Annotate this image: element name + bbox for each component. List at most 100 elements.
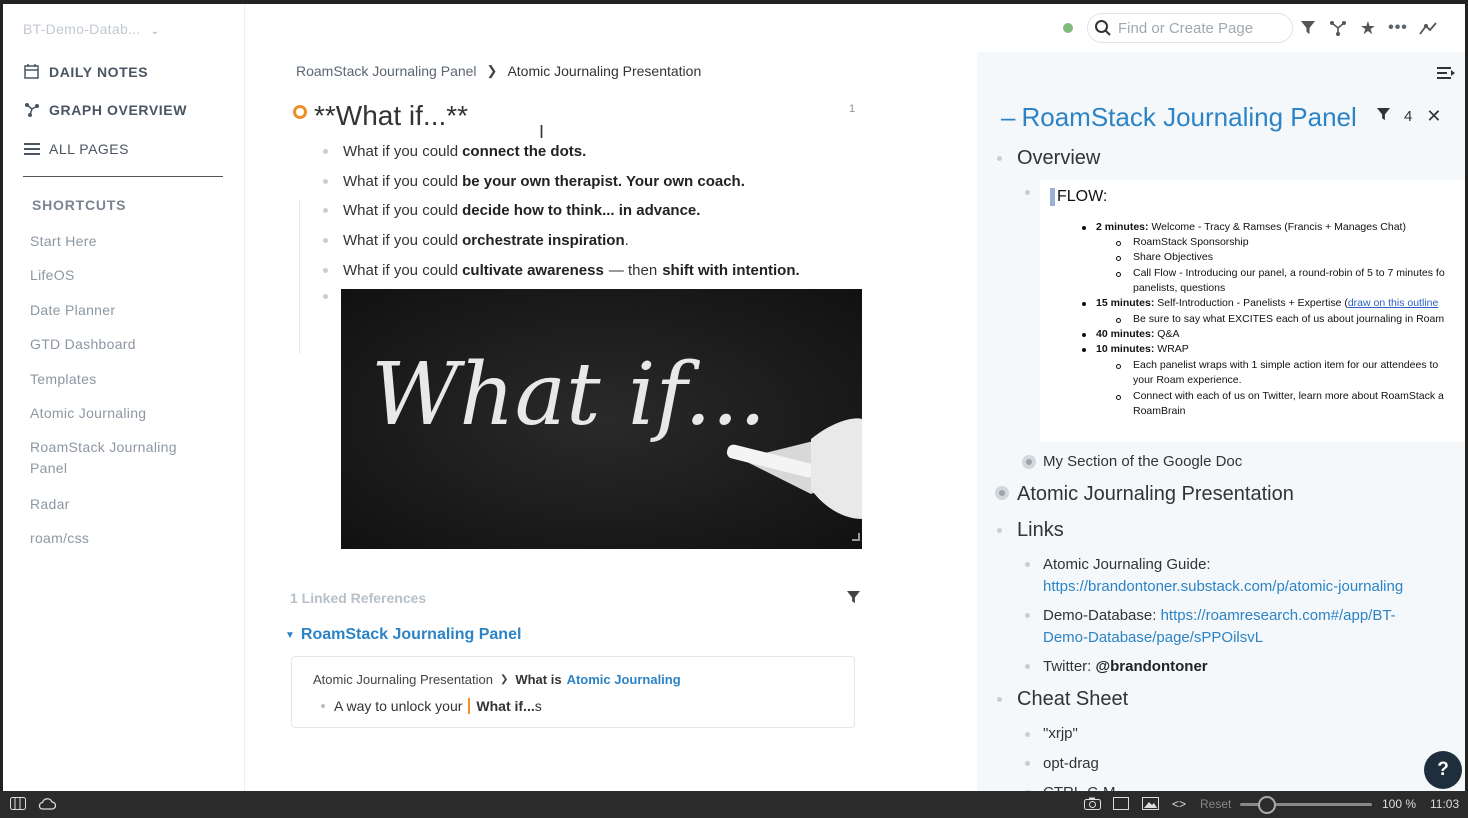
chalkboard-drawing: What if... — [341, 289, 862, 549]
database-selector[interactable]: BT-Demo-Datab... ⌄ — [23, 21, 159, 37]
clock: 11:03 — [1430, 797, 1460, 811]
bullet-item[interactable]: What if you could be your own therapist. … — [323, 173, 745, 190]
image-icon[interactable] — [1142, 797, 1159, 813]
cheat-item[interactable]: opt-drag — [1043, 753, 1099, 775]
shortcut-date-planner[interactable]: Date Planner — [30, 300, 220, 321]
demo-link-cont[interactable]: Demo-Database/page/sPPOilsvL — [1043, 629, 1263, 646]
shortcut-atomic-journaling[interactable]: Atomic Journaling — [30, 403, 220, 424]
collapsed-bullet[interactable] — [1022, 455, 1036, 469]
title-bullet[interactable] — [293, 105, 307, 119]
linked-ref-block[interactable]: A way to unlock your What if... s — [321, 698, 542, 714]
graph-icon — [23, 101, 40, 118]
window-icon[interactable] — [1113, 797, 1129, 813]
bullet-item[interactable]: What if you could decide how to think... … — [323, 202, 700, 219]
flow-embed[interactable]: FLOW: 2 minutes: Welcome - Tracy & Ramse… — [1040, 180, 1465, 442]
flow-heading: FLOW: — [1050, 188, 1107, 206]
flow-line: Connect with each of us on Twitter, lear… — [1133, 390, 1444, 402]
google-doc-block[interactable]: My Section of the Google Doc — [1043, 451, 1242, 473]
bullet-dot — [997, 156, 1002, 161]
bullet-dot — [1025, 761, 1030, 766]
breadcrumb-current: Atomic Journaling Presentation — [507, 63, 702, 79]
twitter-handle[interactable]: @brandontoner — [1096, 658, 1208, 675]
demo-link-block[interactable]: Demo-Database: https://roamresearch.com#… — [1043, 605, 1453, 649]
outline-link[interactable]: draw on this outline — [1348, 297, 1438, 309]
flow-line: Be sure to say what EXCITES each of us a… — [1133, 313, 1445, 325]
image-bullet[interactable] — [323, 294, 343, 299]
bullet-bold-2: shift with intention. — [662, 262, 800, 279]
graph-button[interactable] — [1323, 13, 1353, 43]
demo-link[interactable]: https://roamresearch.com#/app/BT- — [1161, 607, 1396, 624]
shortcut-start-here[interactable]: Start Here — [30, 231, 220, 252]
linked-ref-text: A way to unlock your — [334, 698, 463, 714]
left-sidebar: BT-Demo-Datab... ⌄ DAILY NOTES GRAPH OVER… — [3, 4, 245, 791]
filter-button[interactable] — [1293, 13, 1323, 43]
ref-highlight-bar — [468, 698, 471, 714]
bullet-dot — [323, 294, 328, 299]
guide-link[interactable]: https://brandontoner.substack.com/p/atom… — [1043, 578, 1403, 595]
links-heading[interactable]: Links — [1017, 519, 1064, 542]
nav-graph-overview[interactable]: GRAPH OVERVIEW — [23, 101, 187, 118]
more-icon: ••• — [1388, 19, 1408, 36]
panel-page-title[interactable]: – RoamStack Journaling Panel — [1001, 102, 1357, 133]
reference-count[interactable]: 1 — [849, 103, 855, 115]
star-button[interactable]: ★ — [1353, 13, 1383, 43]
bullet-prefix: What if you could — [343, 173, 459, 190]
bullet-item[interactable]: What if you could cultivate awareness — th… — [323, 262, 800, 279]
shortcut-roamstack-panel[interactable]: RoamStack Journaling Panel — [30, 437, 205, 479]
bullet-bold: orchestrate inspiration — [462, 232, 625, 249]
more-button[interactable]: ••• — [1383, 13, 1413, 43]
cheat-item[interactable]: CTRL-C-M — [1043, 782, 1116, 791]
code-icon[interactable]: <> — [1172, 797, 1186, 811]
linked-references-heading[interactable]: 1 Linked References — [290, 590, 426, 606]
settings-button[interactable] — [1413, 13, 1443, 43]
bullet-item[interactable]: What if you could orchestrate inspiration… — [323, 232, 629, 249]
cheat-item[interactable]: "xrjp" — [1043, 723, 1078, 745]
zoom-reset-button[interactable]: Reset — [1200, 797, 1231, 811]
shortcut-roam-css[interactable]: roam/css — [30, 528, 220, 549]
collapse-sidebar-icon — [1437, 67, 1455, 79]
cheat-sheet-heading[interactable]: Cheat Sheet — [1017, 688, 1128, 711]
collapse-dash-icon[interactable]: – — [1001, 102, 1015, 133]
nav-all-pages[interactable]: ALL PAGES — [23, 140, 129, 157]
camera-icon[interactable] — [1084, 797, 1101, 813]
flow-heading-text: FLOW: — [1057, 188, 1108, 205]
twitter-block[interactable]: Twitter: @brandontoner — [1043, 656, 1208, 678]
collapsed-bullet[interactable] — [995, 486, 1009, 500]
filter-icon[interactable] — [1377, 108, 1390, 125]
linked-ref-card: Atomic Journaling Presentation ❯ What is… — [291, 656, 855, 728]
linked-ref-crumb-link[interactable]: Atomic Journaling — [567, 672, 681, 687]
flow-line: 10 minutes: WRAP — [1096, 343, 1189, 355]
linked-ref-page[interactable]: ▼ RoamStack Journaling Panel — [285, 626, 521, 644]
help-icon: ? — [1437, 759, 1449, 780]
filter-count: 4 — [1404, 108, 1413, 125]
bullet-item[interactable]: What if you could connect the dots. — [323, 143, 586, 160]
bullet-suffix: . — [624, 232, 629, 249]
sidebar-menu-button[interactable] — [1437, 66, 1455, 85]
calendar-icon — [23, 63, 40, 80]
zoom-slider-handle[interactable] — [1258, 796, 1276, 814]
search-icon — [1095, 20, 1111, 36]
shortcut-gtd-dashboard[interactable]: GTD Dashboard — [30, 334, 220, 355]
linked-ref-bold: What if... — [476, 698, 535, 714]
linked-ref-crumb-page[interactable]: Atomic Journaling Presentation — [313, 672, 493, 687]
presentation-heading[interactable]: Atomic Journaling Presentation — [1017, 483, 1294, 506]
block-title[interactable]: **What if...** — [314, 100, 468, 132]
nav-daily-notes[interactable]: DAILY NOTES — [23, 63, 148, 80]
breadcrumb-parent[interactable]: RoamStack Journaling Panel — [296, 63, 477, 79]
right-sidebar-panel: – RoamStack Journaling Panel 4 ✕ Overview… — [977, 52, 1465, 791]
chalkboard-image[interactable]: What if... — [341, 289, 862, 549]
cloud-icon[interactable] — [38, 797, 57, 813]
guide-link-block[interactable]: Atomic Journaling Guide: https://brandont… — [1043, 554, 1453, 598]
close-icon[interactable]: ✕ — [1426, 106, 1441, 127]
shortcut-lifeos[interactable]: LifeOS — [30, 265, 220, 286]
shortcut-templates[interactable]: Templates — [30, 369, 220, 390]
flow-line: 15 minutes: Self-Introduction - Panelist… — [1096, 297, 1439, 309]
search-input[interactable]: Find or Create Page — [1087, 13, 1293, 43]
linked-refs-filter-button[interactable] — [847, 591, 860, 609]
list-bullet — [1082, 333, 1086, 337]
sidebar-toggle-icon[interactable] — [10, 797, 26, 813]
bullet-dot — [1025, 732, 1030, 737]
overview-heading[interactable]: Overview — [1017, 147, 1100, 170]
shortcut-radar[interactable]: Radar — [30, 494, 220, 515]
help-button[interactable]: ? — [1424, 751, 1462, 789]
